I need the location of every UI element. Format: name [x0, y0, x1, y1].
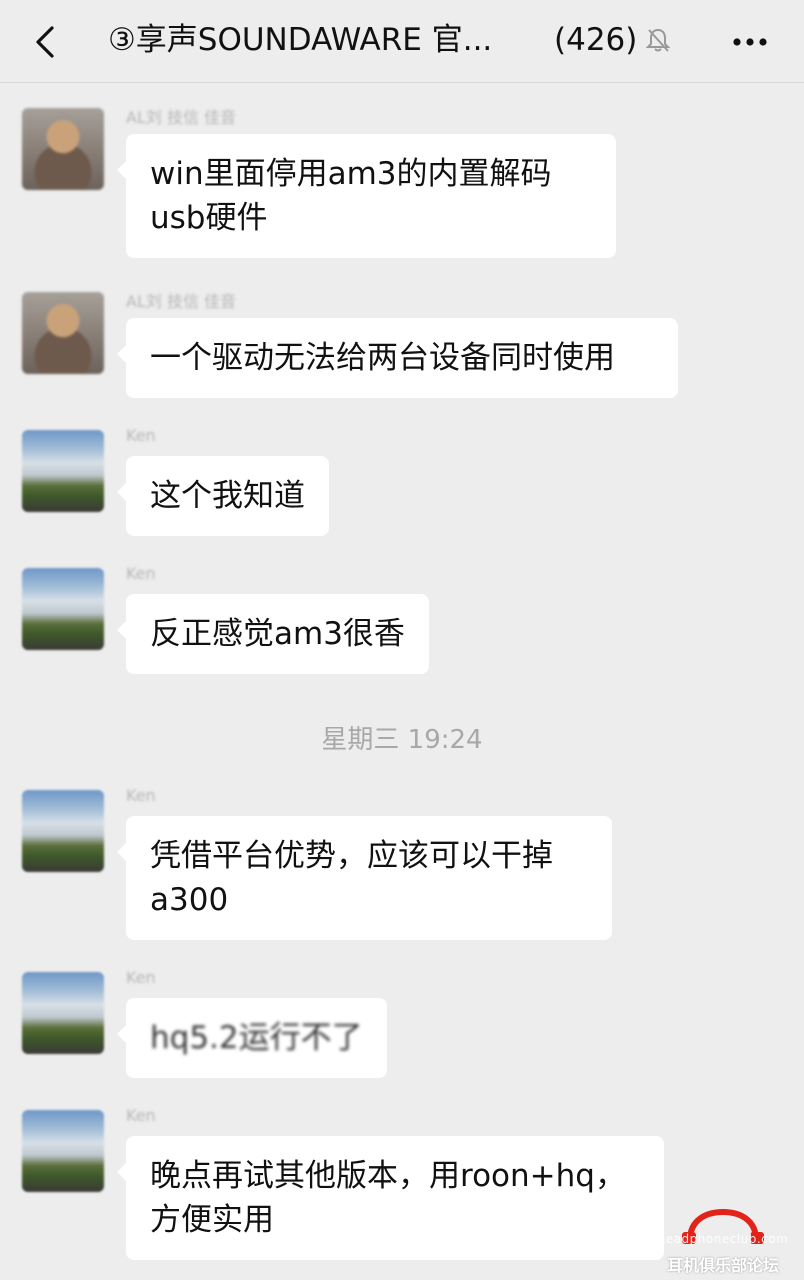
message-text: 反正感觉am3很香	[150, 616, 405, 652]
message-bubble[interactable]: win里面停用am3的内置解码usb硬件	[117, 134, 616, 258]
message-text: 凭借平台优势，应该可以干掉a300	[150, 838, 553, 918]
sender-name: Ken	[126, 426, 156, 445]
avatar[interactable]	[22, 108, 104, 190]
avatar[interactable]	[22, 972, 104, 1054]
watermark-url: headphoneclub.com	[657, 1232, 789, 1246]
chevron-left-icon	[36, 26, 54, 58]
message-bubble[interactable]: 晚点再试其他版本，用roon+hq，方便实用	[117, 1136, 664, 1260]
message-text: 晚点再试其他版本，用roon+hq，方便实用	[150, 1158, 626, 1238]
sender-name: AL刘 技信 佳音	[126, 292, 237, 311]
more-dots-icon	[733, 38, 767, 46]
avatar[interactable]	[22, 292, 104, 374]
message-text: 这个我知道	[150, 478, 305, 514]
avatar[interactable]	[22, 790, 104, 872]
avatar[interactable]	[22, 568, 104, 650]
forum-watermark: headphoneclub.com 耳机俱乐部论坛	[648, 1206, 798, 1276]
sender-name: AL刘 技信 佳音	[126, 108, 237, 127]
sender-name: Ken	[126, 786, 156, 805]
message-text: 一个驱动无法给两台设备同时使用	[150, 340, 615, 376]
sender-name: Ken	[126, 1106, 156, 1125]
member-count: (426)	[554, 22, 638, 58]
bell-off-icon	[645, 28, 671, 52]
message-text: win里面停用am3的内置解码usb硬件	[150, 156, 552, 236]
more-button[interactable]	[728, 22, 772, 62]
message-bubble[interactable]: 这个我知道	[117, 456, 329, 536]
sender-name: Ken	[126, 968, 156, 987]
message-bubble[interactable]: 一个驱动无法给两台设备同时使用	[117, 318, 678, 398]
back-button[interactable]	[28, 22, 68, 62]
chat-title: ③享声SOUNDAWARE 官...	[108, 22, 493, 58]
chat-timestamp: 星期三 19:24	[321, 725, 483, 755]
message-bubble[interactable]: 反正感觉am3很香	[117, 594, 429, 674]
watermark-name: 耳机俱乐部论坛	[666, 1256, 779, 1275]
chat-header: ③享声SOUNDAWARE 官... (426)	[0, 0, 804, 83]
message-text: hq5.2运行不了	[150, 1020, 363, 1056]
sender-name: Ken	[126, 564, 156, 583]
avatar[interactable]	[22, 1110, 104, 1192]
message-bubble[interactable]: 凭借平台优势，应该可以干掉a300	[117, 816, 612, 940]
message-bubble[interactable]: hq5.2运行不了	[117, 998, 387, 1078]
avatar[interactable]	[22, 430, 104, 512]
